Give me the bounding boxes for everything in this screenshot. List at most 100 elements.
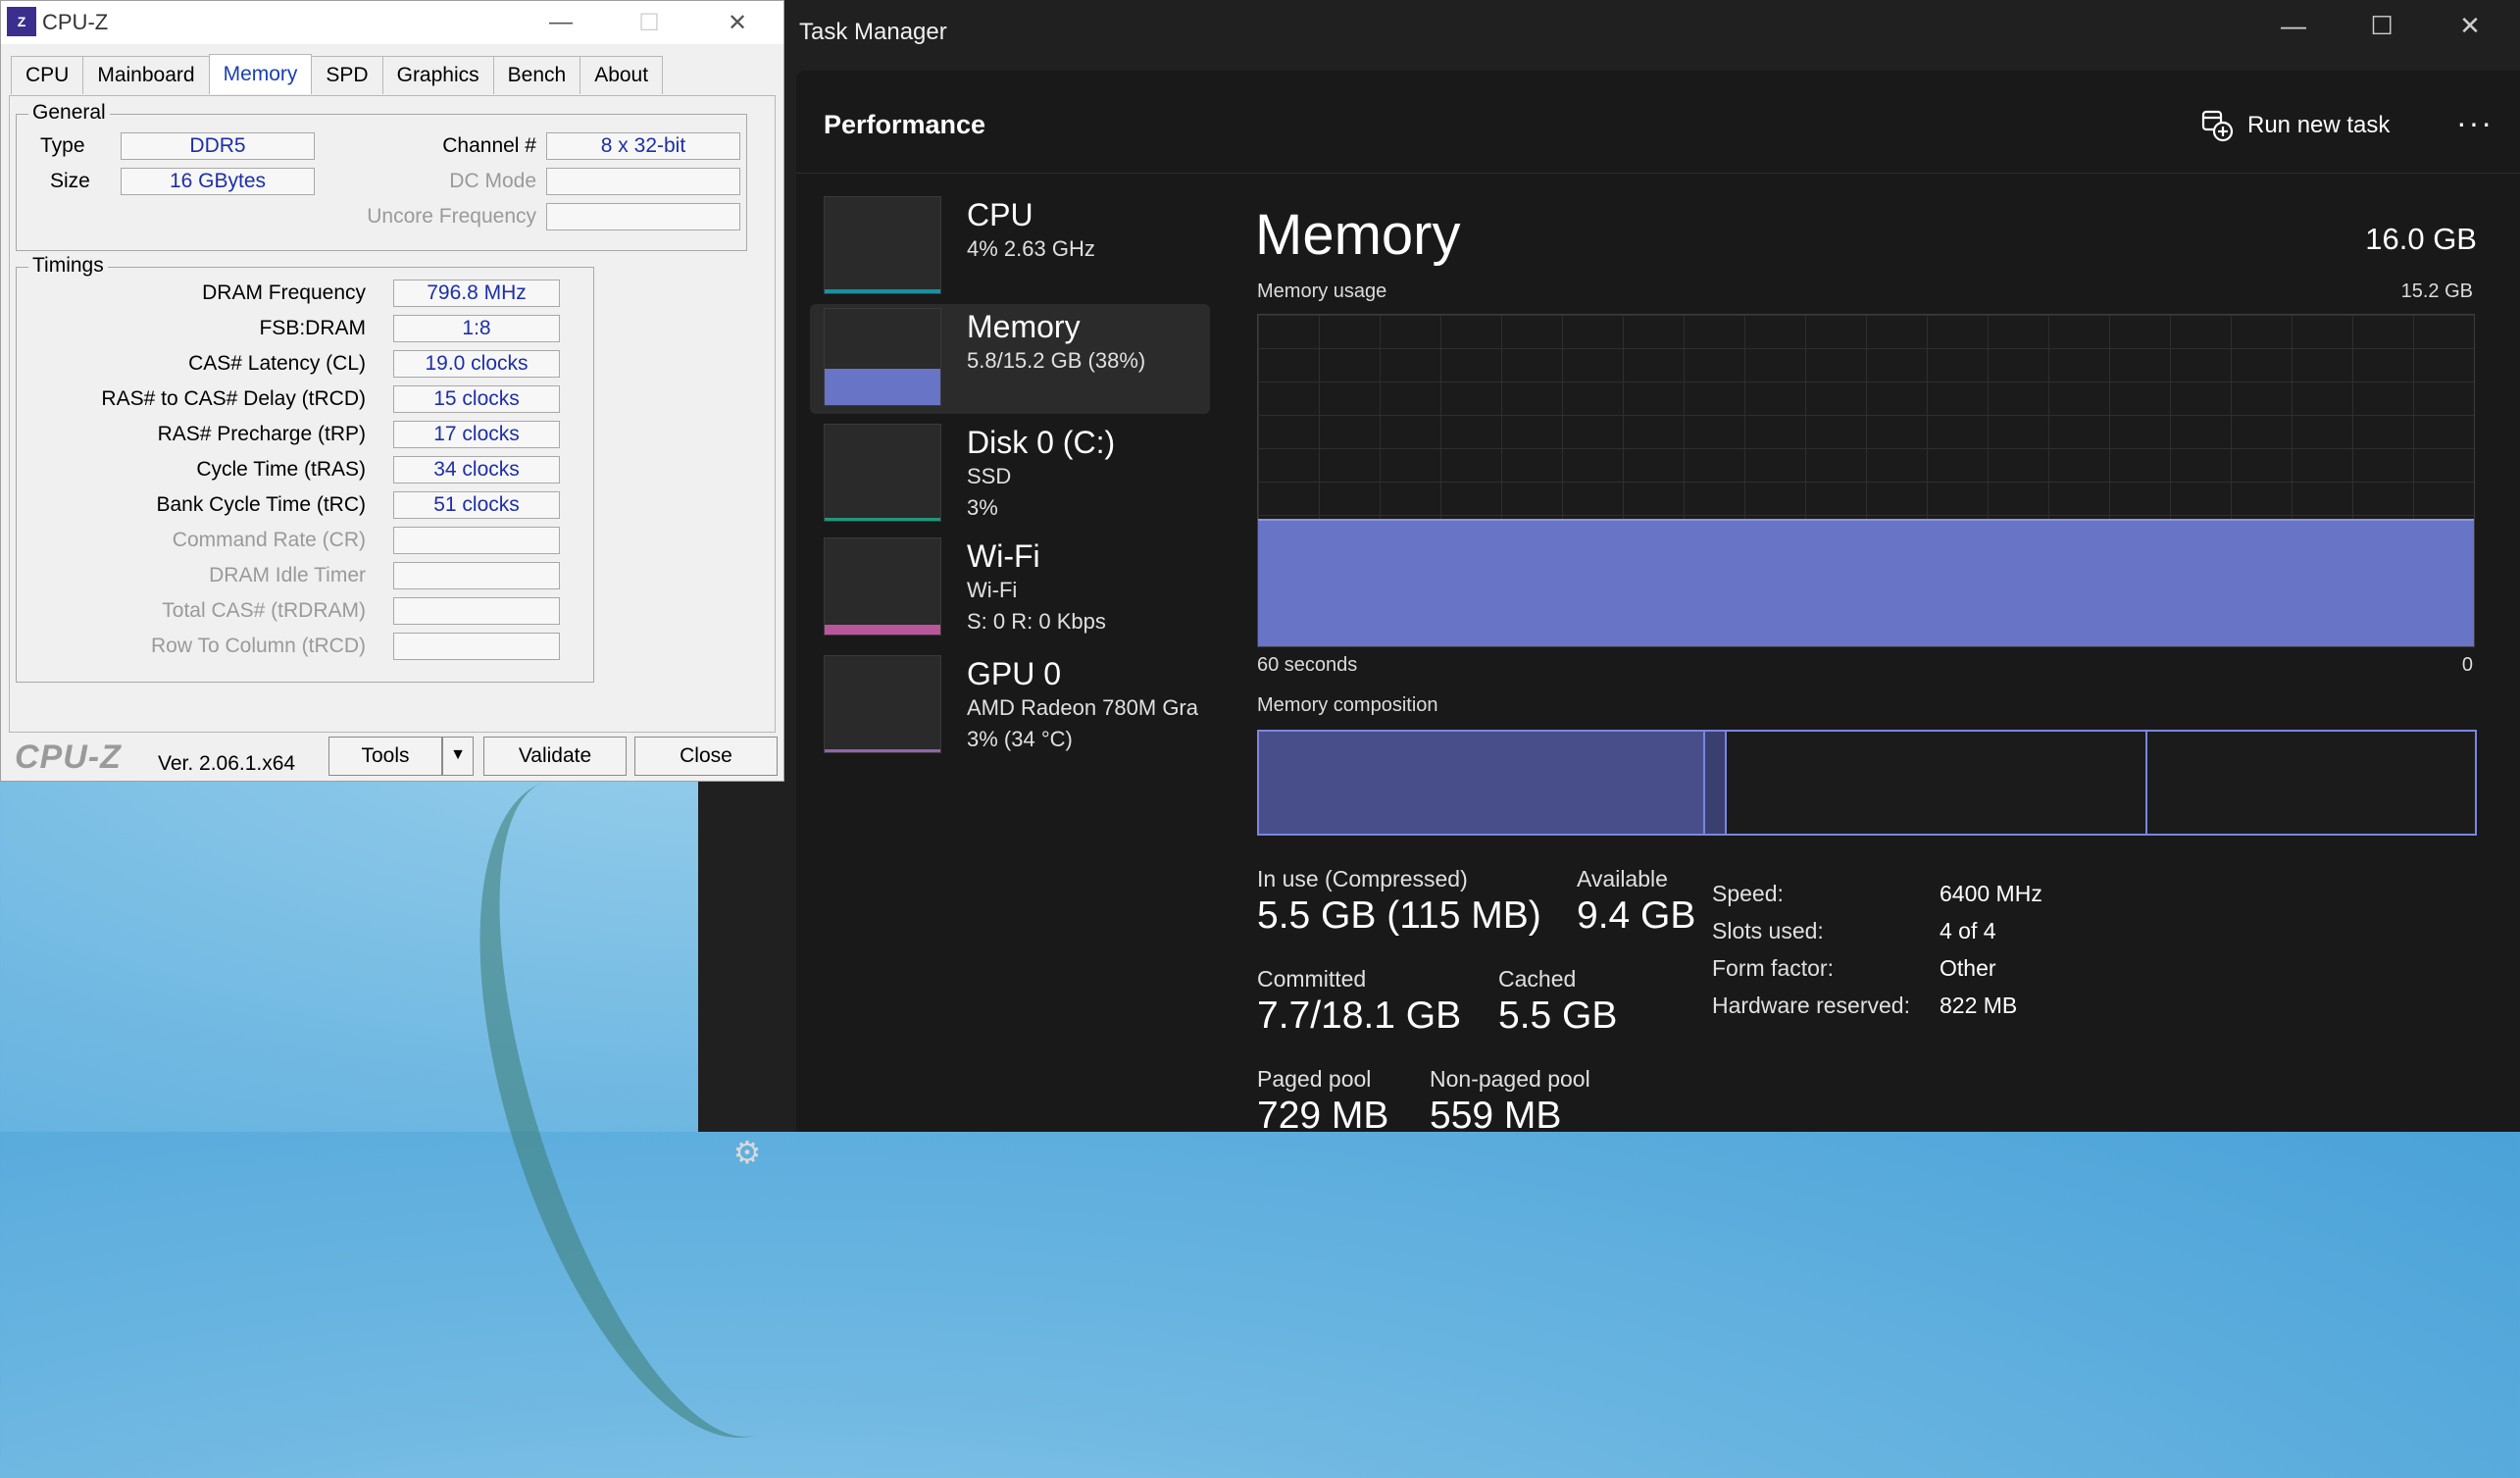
detail-value: 4 of 4	[1940, 918, 1996, 943]
channel-label: Channel #	[442, 134, 536, 157]
cpuz-window: Z CPU-Z — ☐ ✕ CPU Mainboard Memory SPD Graph…	[0, 0, 784, 782]
channel-value: 8 x 32-bit	[546, 132, 740, 160]
timing-label: Total CAS# (tRDRAM)	[162, 599, 366, 622]
perf-item-detail: S: 0 R: 0 Kbps	[967, 609, 1106, 634]
perf-item-cpu[interactable]: CPU 4% 2.63 GHz	[810, 192, 1210, 302]
detail-value: 6400 MHz	[1940, 881, 2042, 906]
tab-bench[interactable]: Bench	[492, 56, 581, 94]
perf-item-detail: 4% 2.63 GHz	[967, 236, 1095, 261]
run-new-task-button[interactable]: Run new task	[2200, 104, 2390, 147]
timing-value: 19.0 clocks	[393, 350, 560, 378]
maximize-button[interactable]: ☐	[2338, 0, 2426, 51]
paged-pool-value: 729 MB	[1257, 1095, 1389, 1137]
page-header: Performance Run new task ···	[796, 71, 2520, 174]
tab-about[interactable]: About	[580, 56, 664, 94]
cpuz-close-button[interactable]: ✕	[693, 1, 781, 44]
committed-value: 7.7/18.1 GB	[1257, 994, 1462, 1037]
in-use-value: 5.5 GB (115 MB)	[1257, 894, 1541, 937]
perf-item-detail: 5.8/15.2 GB (38%)	[967, 348, 1146, 373]
timing-value	[393, 562, 560, 589]
in-use-label: In use (Compressed)	[1257, 866, 1468, 892]
timing-label: CAS# Latency (CL)	[188, 352, 366, 375]
memory-usage-fill	[1258, 518, 2474, 646]
perf-item-detail: Wi-Fi	[967, 578, 1018, 602]
perf-thumbnail-fill	[825, 625, 940, 635]
general-group-title: General	[28, 101, 110, 125]
size-value: 16 GBytes	[121, 168, 315, 195]
stat-available: Available 9.4 GB	[1577, 865, 1695, 940]
non-paged-pool-value: 559 MB	[1430, 1095, 1562, 1137]
timing-value: 51 clocks	[393, 491, 560, 519]
cpuz-close-bottom-button[interactable]: Close	[634, 737, 778, 776]
task-manager-window: Task Manager — ☐ ✕ ⚙ Performance Run new…	[698, 0, 2520, 1170]
timing-value	[393, 633, 560, 660]
performance-page: Performance Run new task ··· CPU 4% 2.63 …	[796, 71, 2520, 1137]
stat-non-paged-pool: Non-paged pool 559 MB	[1430, 1065, 1590, 1140]
perf-item-gpu-0[interactable]: GPU 0 AMD Radeon 780M Gra 3% (34 °C)	[810, 651, 1210, 761]
detail-value: 822 MB	[1940, 993, 2018, 1018]
cpuz-minimize-button[interactable]: —	[517, 1, 605, 44]
tools-button[interactable]: Tools	[328, 737, 442, 776]
perf-item-wi-fi[interactable]: Wi-Fi Wi-Fi S: 0 R: 0 Kbps	[810, 534, 1210, 643]
uncore-frequency-label: Uncore Frequency	[367, 205, 536, 228]
available-value: 9.4 GB	[1577, 894, 1696, 937]
type-value: DDR5	[121, 132, 315, 160]
tools-dropdown-chevron-icon[interactable]: ▼	[442, 737, 474, 776]
memory-composition-bar	[1257, 730, 2477, 836]
timing-label: DRAM Frequency	[202, 281, 366, 304]
cached-label: Cached	[1498, 966, 1577, 992]
timing-label: FSB:DRAM	[259, 317, 366, 339]
graph-x-right-label: 0	[2461, 654, 2473, 676]
perf-item-memory[interactable]: Memory 5.8/15.2 GB (38%)	[810, 304, 1210, 414]
cpuz-maximize-button: ☐	[638, 9, 660, 36]
memory-composition-label: Memory composition	[1257, 694, 1438, 716]
composition-segment-modified[interactable]	[1705, 732, 1728, 834]
type-label: Type	[40, 134, 85, 157]
window-title: Task Manager	[799, 19, 947, 45]
cpuz-app-icon: Z	[7, 7, 36, 36]
perf-item-name: Disk 0 (C:)	[967, 425, 1116, 460]
perf-item-detail: SSD	[967, 464, 1012, 488]
perf-item-text: GPU 0 AMD Radeon 780M Gra 3% (34 °C)	[967, 655, 1198, 755]
perf-item-detail: 3% (34 °C)	[967, 727, 1073, 751]
more-options-button[interactable]: ···	[2453, 106, 2496, 149]
non-paged-pool-label: Non-paged pool	[1430, 1066, 1590, 1092]
perf-item-disk-0-c[interactable]: Disk 0 (C:) SSD 3%	[810, 420, 1210, 530]
run-new-task-label: Run new task	[2247, 112, 2391, 138]
stat-committed: Committed 7.7/18.1 GB	[1257, 965, 1461, 1040]
detail-key: Slots used:	[1712, 918, 1824, 943]
perf-item-name: Wi-Fi	[967, 538, 1040, 574]
paged-pool-label: Paged pool	[1257, 1066, 1372, 1092]
tab-cpu[interactable]: CPU	[11, 56, 84, 94]
perf-thumbnail-graph	[824, 537, 941, 636]
tab-mainboard[interactable]: Mainboard	[82, 56, 210, 94]
perf-item-text: CPU 4% 2.63 GHz	[967, 196, 1095, 265]
timings-group-title: Timings	[28, 254, 108, 278]
timing-value: 17 clocks	[393, 421, 560, 448]
perf-item-text: Memory 5.8/15.2 GB (38%)	[967, 308, 1145, 377]
timing-value	[393, 527, 560, 554]
composition-segment-free[interactable]	[2147, 732, 2475, 834]
composition-segment-standby[interactable]	[1727, 732, 2148, 834]
minimize-button[interactable]: —	[2249, 0, 2338, 51]
timings-group: Timings DRAM Frequency 796.8 MHz FSB:DRAM 1…	[16, 254, 594, 683]
perf-item-detail: AMD Radeon 780M Gra	[967, 695, 1198, 720]
detail-key: Speed:	[1712, 881, 1784, 906]
tab-graphics[interactable]: Graphics	[381, 56, 494, 94]
stat-in-use: In use (Compressed) 5.5 GB (115 MB)	[1257, 865, 1541, 940]
composition-segment-in-use[interactable]	[1259, 732, 1706, 834]
perf-thumbnail-fill	[825, 289, 940, 293]
tab-spd[interactable]: SPD	[311, 56, 383, 94]
tab-memory[interactable]: Memory	[208, 54, 313, 94]
perf-item-text: Disk 0 (C:) SSD 3%	[967, 424, 1115, 524]
perf-thumbnail-fill	[825, 749, 940, 752]
stat-paged-pool: Paged pool 729 MB	[1257, 1065, 1388, 1140]
timing-value: 1:8	[393, 315, 560, 342]
cpuz-memory-panel: General Type DDR5 Size 16 GBytes Channel…	[9, 95, 776, 733]
cached-value: 5.5 GB	[1498, 994, 1618, 1037]
validate-button[interactable]: Validate	[483, 737, 627, 776]
close-button[interactable]: ✕	[2426, 0, 2514, 51]
perf-thumbnail-fill	[825, 368, 940, 405]
cpuz-footer-logo: CPU-Z	[15, 739, 122, 776]
settings-gear-icon[interactable]: ⚙	[730, 1135, 765, 1170]
